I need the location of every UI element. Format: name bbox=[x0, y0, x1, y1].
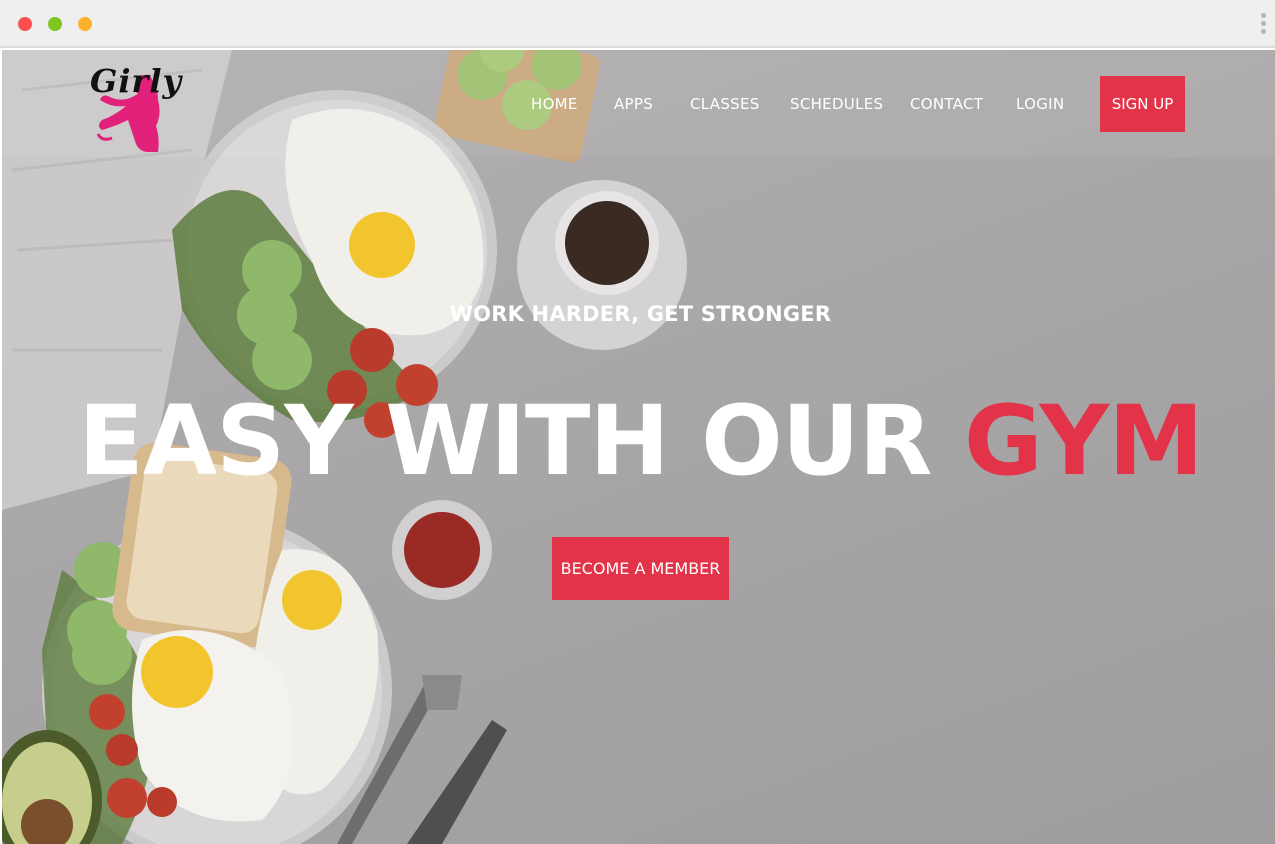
nav-item-schedules[interactable]: SCHEDULES bbox=[790, 95, 883, 113]
nav-item-classes[interactable]: CLASSES bbox=[690, 95, 760, 113]
nav-item-apps[interactable]: APPS bbox=[614, 95, 653, 113]
headline-main-text: EASY WITH OUR bbox=[78, 385, 964, 497]
become-member-button[interactable]: BECOME A MEMBER bbox=[552, 537, 729, 600]
maximize-window-button[interactable] bbox=[78, 17, 92, 31]
headline-accent-text: GYM bbox=[963, 385, 1204, 497]
browser-toolbar bbox=[0, 0, 1275, 48]
hero-section: Girly HOME APPS CLASSES SCHEDULES CONTAC… bbox=[2, 50, 1275, 844]
nav-item-contact[interactable]: CONTACT bbox=[910, 95, 983, 113]
nav-item-home[interactable]: HOME bbox=[531, 95, 578, 113]
hero-headline: EASY WITH OUR GYM bbox=[2, 386, 1275, 496]
main-navigation: HOME APPS CLASSES SCHEDULES CONTACT LOGI… bbox=[2, 95, 1275, 125]
sign-up-button[interactable]: SIGN UP bbox=[1100, 76, 1185, 132]
hero-tagline: WORK HARDER, GET STRONGER bbox=[449, 302, 832, 326]
close-window-button[interactable] bbox=[18, 17, 32, 31]
nav-item-login[interactable]: LOGIN bbox=[1016, 95, 1064, 113]
more-vert-icon[interactable] bbox=[1261, 13, 1267, 35]
minimize-window-button[interactable] bbox=[48, 17, 62, 31]
